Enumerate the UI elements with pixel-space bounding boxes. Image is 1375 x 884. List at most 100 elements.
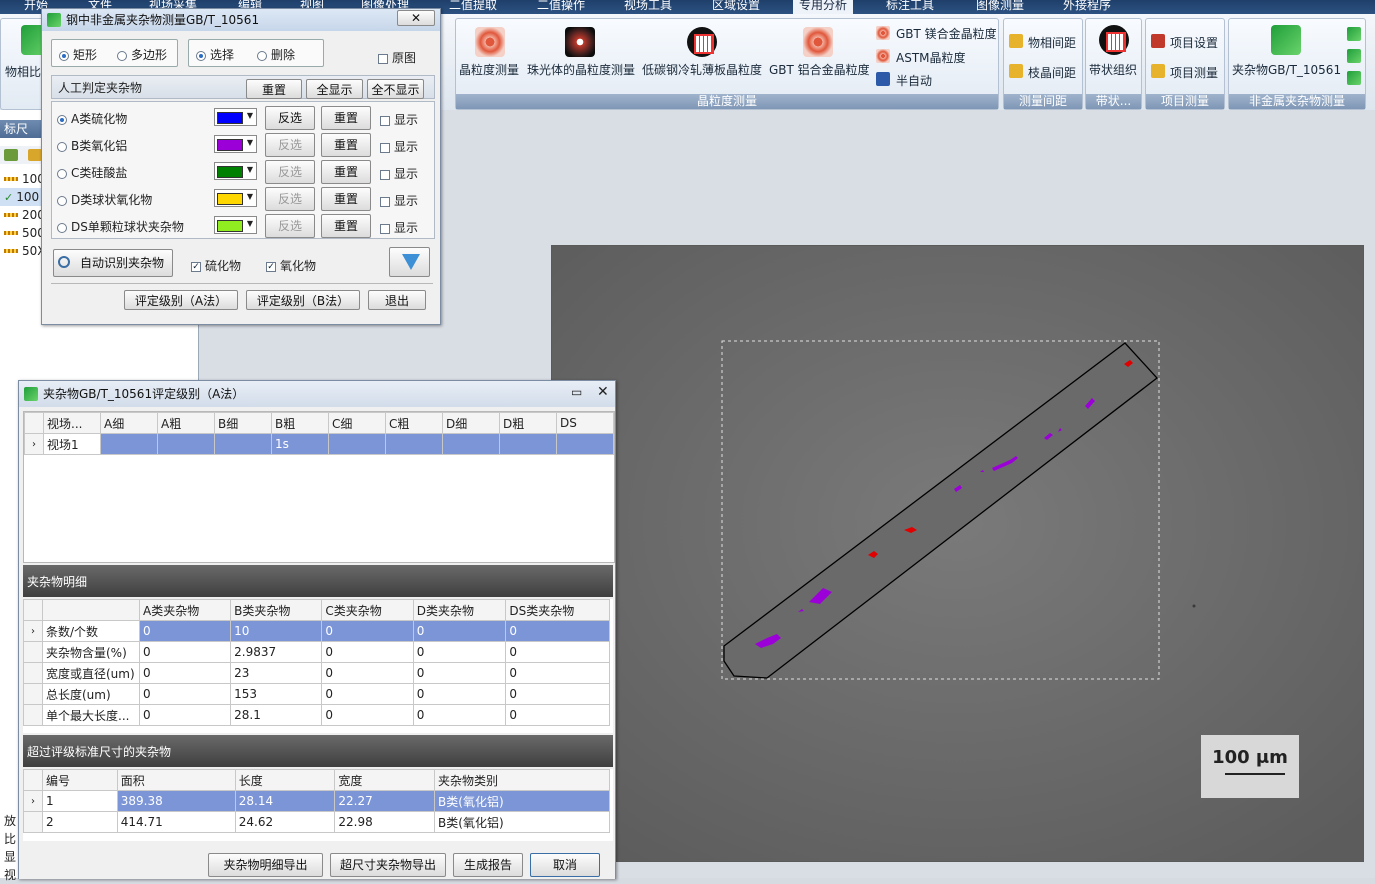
table-cell[interactable]: 1s — [271, 433, 329, 455]
exit-button[interactable]: 退出 — [368, 290, 426, 310]
grain-size-button[interactable]: 晶粒度测量 — [459, 61, 519, 78]
column-header[interactable]: D粗 — [499, 412, 557, 434]
table-cell[interactable]: 28.14 — [234, 790, 336, 812]
dendrite-spacing-button[interactable]: 枝晶间距 — [1028, 64, 1076, 81]
checkbox[interactable] — [380, 196, 390, 207]
table-cell[interactable]: 153 — [230, 683, 323, 705]
export-detail-button[interactable]: 夹杂物明细导出 — [208, 853, 323, 877]
color-picker[interactable]: ▼ — [214, 216, 257, 234]
table-cell[interactable]: 0 — [321, 641, 414, 663]
show-checkbox[interactable]: 显示 — [380, 192, 418, 209]
category-reset-button[interactable]: 重置 — [321, 106, 371, 130]
table-cell[interactable]: 23 — [230, 662, 323, 684]
radio-delete[interactable] — [257, 50, 267, 61]
restore-icon[interactable]: ▭ — [571, 385, 582, 399]
table-cell[interactable] — [328, 433, 386, 455]
tab-13[interactable]: 外接程序 — [1057, 0, 1117, 14]
table-cell[interactable]: 单个最大长度... — [42, 704, 140, 726]
table-cell[interactable]: 0 — [505, 620, 610, 642]
column-header[interactable]: 宽度 — [334, 769, 436, 791]
category-option[interactable]: A类硫化物 — [57, 110, 127, 127]
category-option[interactable]: DS单颗粒球状夹杂物 — [57, 218, 184, 235]
column-header[interactable]: D类夹杂物 — [412, 599, 507, 621]
table-cell[interactable]: B类(氧化铝) — [434, 790, 610, 812]
hide-all-button[interactable]: 全不显示 — [367, 79, 424, 99]
auto-detect-button[interactable]: 自动识别夹杂物 — [53, 249, 173, 277]
table-row[interactable]: 2 414.71 24.62 22.98 B类(氧化铝) — [23, 811, 610, 833]
column-header[interactable]: 视场... — [43, 412, 101, 434]
original-image-checkbox[interactable]: 原图 — [378, 49, 416, 66]
category-radio[interactable] — [57, 195, 67, 206]
radio-polygon[interactable] — [117, 50, 127, 61]
category-reset-button[interactable]: 重置 — [321, 214, 371, 238]
column-header[interactable]: DS — [556, 412, 614, 434]
column-header[interactable]: 编号 — [42, 769, 118, 791]
show-checkbox[interactable]: 显示 — [380, 219, 418, 236]
table-cell[interactable]: 24.62 — [234, 811, 336, 833]
table-cell[interactable]: 条数/个数 — [42, 620, 140, 642]
aluminum-grain-button[interactable]: GBT 铝合金晶粒度 — [769, 61, 870, 78]
category-reset-button[interactable]: 重置 — [321, 187, 371, 211]
tab-11[interactable]: 标注工具 — [880, 0, 940, 14]
table-row[interactable]: › 条数/个数 0 10 0 0 0 — [23, 620, 610, 642]
invert-button[interactable]: 反选 — [265, 187, 315, 211]
table-row[interactable]: 宽度或直径(um) 0 23 0 0 0 — [23, 662, 610, 684]
table-cell[interactable]: 0 — [505, 641, 610, 663]
checkbox[interactable] — [380, 142, 390, 153]
checkbox-checked[interactable]: ✓ — [266, 261, 276, 272]
project-settings-button[interactable]: 项目设置 — [1170, 34, 1218, 51]
category-option[interactable]: C类硅酸盐 — [57, 164, 127, 181]
close-button[interactable]: ✕ — [397, 10, 435, 26]
table-cell[interactable] — [157, 433, 215, 455]
table-row[interactable]: 单个最大长度... 0 28.1 0 0 0 — [23, 704, 610, 726]
table-cell[interactable]: 0 — [505, 662, 610, 684]
reset-all-button[interactable]: 重置 — [246, 79, 302, 99]
invert-button[interactable]: 反选 — [265, 133, 315, 157]
generate-report-button[interactable]: 生成报告 — [453, 853, 523, 877]
table-row[interactable]: 总长度(um) 0 153 0 0 0 — [23, 683, 610, 705]
checkbox[interactable] — [380, 169, 390, 180]
inclusion-small-icon-3[interactable] — [1347, 71, 1361, 85]
table-cell[interactable] — [214, 433, 272, 455]
column-header[interactable]: B粗 — [271, 412, 329, 434]
mode-delete-option[interactable]: 删除 — [257, 46, 295, 63]
table-cell[interactable] — [499, 433, 557, 455]
filter-button[interactable] — [389, 247, 430, 277]
show-checkbox[interactable]: 显示 — [380, 165, 418, 182]
checkbox[interactable] — [378, 53, 388, 64]
table-row[interactable]: 夹杂物含量(%) 0 2.9837 0 0 0 — [23, 641, 610, 663]
checkbox-checked[interactable]: ✓ — [191, 261, 201, 272]
column-header[interactable]: C细 — [328, 412, 386, 434]
table-cell[interactable]: 宽度或直径(um) — [42, 662, 140, 684]
tab-9[interactable]: 区域设置 — [706, 0, 766, 14]
table-row[interactable]: › 视场1 1s — [24, 433, 614, 455]
table-row[interactable]: › 1 389.38 28.14 22.27 B类(氧化铝) — [23, 790, 610, 812]
table-cell[interactable]: 0 — [412, 641, 507, 663]
export-oversize-button[interactable]: 超尺寸夹杂物导出 — [330, 853, 446, 877]
invert-button[interactable]: 反选 — [265, 106, 315, 130]
category-reset-button[interactable]: 重置 — [321, 160, 371, 184]
table-cell[interactable]: 视场1 — [43, 433, 101, 455]
color-picker[interactable]: ▼ — [214, 135, 257, 153]
phase-spacing-button[interactable]: 物相间距 — [1028, 34, 1076, 51]
column-header[interactable]: C类夹杂物 — [321, 599, 414, 621]
shape-rect-option[interactable]: 矩形 — [59, 46, 97, 63]
color-picker[interactable]: ▼ — [214, 162, 257, 180]
show-checkbox[interactable]: 显示 — [380, 111, 418, 128]
column-header[interactable]: B类夹杂物 — [230, 599, 323, 621]
color-picker[interactable]: ▼ — [214, 108, 257, 126]
column-header[interactable]: D细 — [442, 412, 500, 434]
table-cell[interactable]: 0 — [505, 683, 610, 705]
checkbox[interactable] — [380, 115, 390, 126]
category-radio[interactable] — [57, 114, 67, 125]
mode-select-option[interactable]: 选择 — [196, 46, 234, 63]
tab-10[interactable]: 专用分析 — [793, 0, 854, 14]
tab-8[interactable]: 视场工具 — [618, 0, 678, 14]
tab-6[interactable]: 二值提取 — [443, 0, 503, 14]
column-header[interactable]: DS类夹杂物 — [505, 599, 610, 621]
table-cell[interactable] — [556, 433, 614, 455]
table-cell[interactable] — [385, 433, 443, 455]
table-cell[interactable]: B类(氧化铝) — [434, 811, 610, 833]
table-cell[interactable]: 0 — [321, 620, 414, 642]
tab-7[interactable]: 二值操作 — [531, 0, 591, 14]
